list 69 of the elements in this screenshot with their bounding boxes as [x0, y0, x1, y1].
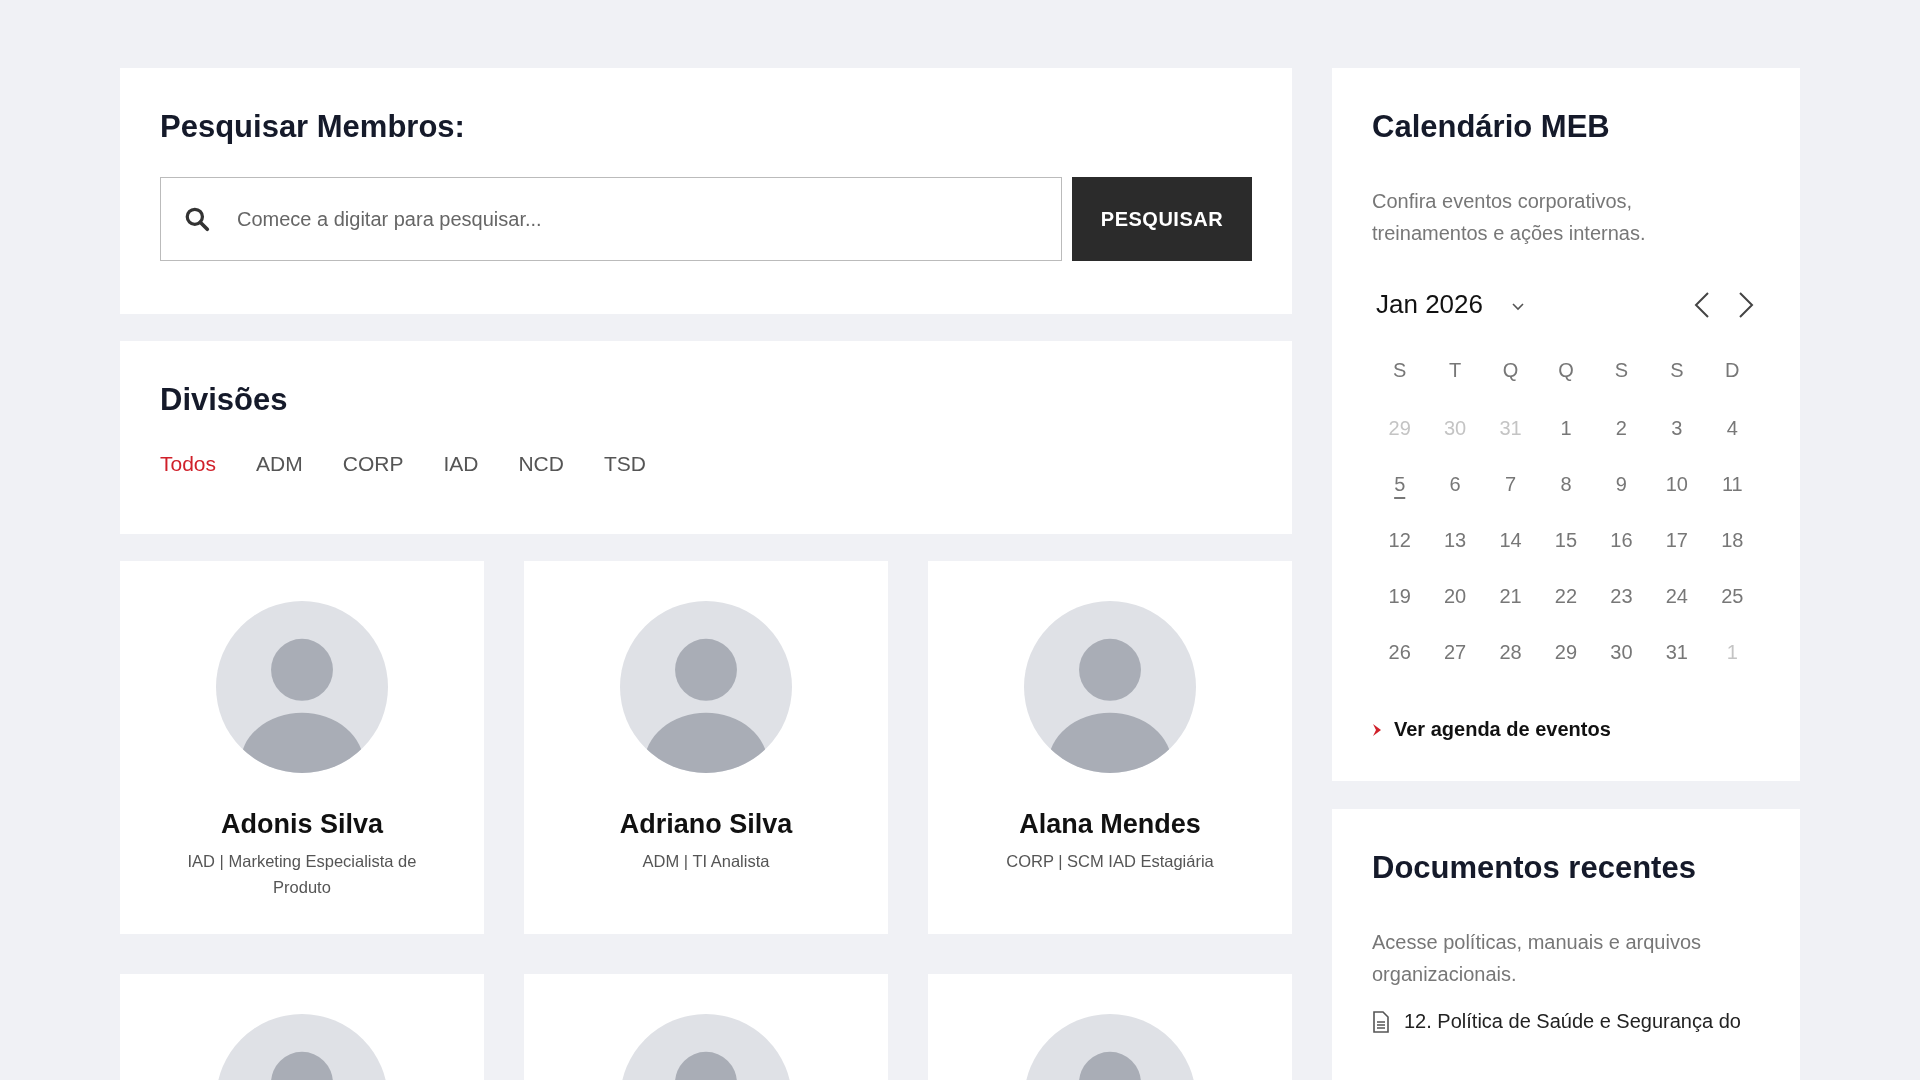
- calendar-day[interactable]: 24: [1665, 568, 1688, 625]
- calendar-day[interactable]: 2: [1615, 400, 1627, 457]
- division-tab[interactable]: Todos: [160, 452, 217, 477]
- previous-month-icon[interactable]: [1692, 289, 1712, 320]
- calendar-day[interactable]: 9: [1615, 456, 1627, 513]
- member-name: Alana Mendes: [1019, 809, 1201, 840]
- calendar-day[interactable]: 19: [1388, 568, 1411, 625]
- next-month-icon[interactable]: [1736, 289, 1756, 320]
- calendar-day[interactable]: 20: [1444, 568, 1467, 625]
- divisions-title: Divisões: [160, 381, 289, 419]
- member-role: IAD | Marketing Especialista de Produto: [186, 851, 418, 899]
- search-button[interactable]: PESQUISAR: [1072, 177, 1252, 262]
- division-tab[interactable]: CORP: [342, 452, 404, 477]
- weekday-label: Q: [1557, 358, 1575, 384]
- calendar-day[interactable]: 31: [1665, 624, 1688, 681]
- calendar-title: Calendário MEB: [1372, 108, 1611, 146]
- events-link[interactable]: Ver agenda de eventos: [1394, 718, 1611, 742]
- documents-title: Documentos recentes: [1372, 849, 1697, 887]
- calendar-day[interactable]: 10: [1665, 456, 1688, 513]
- member-card[interactable]: Adriano Silva ADM | TI Analista: [524, 561, 888, 934]
- calendar-day[interactable]: 27: [1444, 624, 1467, 681]
- calendar-day[interactable]: 14: [1499, 512, 1522, 569]
- document-icon: [1372, 1010, 1390, 1033]
- calendar-day[interactable]: 22: [1554, 568, 1578, 625]
- calendar-day[interactable]: 21: [1499, 568, 1522, 625]
- calendar-day[interactable]: 28: [1499, 624, 1522, 681]
- calendar-day[interactable]: 25: [1721, 568, 1744, 625]
- calendar-day[interactable]: 4: [1726, 400, 1738, 457]
- calendar-day[interactable]: 7: [1505, 456, 1517, 513]
- member-role: ADM | TI Analista: [642, 851, 770, 872]
- division-tab[interactable]: NCD: [518, 452, 564, 477]
- calendar-day[interactable]: 8: [1560, 456, 1572, 513]
- calendar-day[interactable]: 1: [1560, 400, 1572, 457]
- weekday-label: D: [1724, 358, 1741, 384]
- division-tab[interactable]: ADM: [256, 452, 303, 477]
- weekday-label: S: [1613, 358, 1630, 384]
- search-field[interactable]: Comece a digitar para pesquisar...: [160, 177, 1062, 262]
- member-name: Adriano Silva: [619, 809, 793, 840]
- month-dropdown[interactable]: Jan 2026: [1376, 289, 1525, 321]
- division-tab[interactable]: TSD: [603, 452, 646, 477]
- member-name: Adonis Silva: [220, 809, 383, 840]
- calendar-description: Confira eventos corporativos, treinamentos e ações internas.: [1372, 189, 1647, 247]
- calendar-day[interactable]: 3: [1671, 400, 1683, 457]
- search-title: Pesquisar Membros:: [160, 108, 466, 146]
- division-tab[interactable]: IAD: [443, 452, 479, 477]
- member-card[interactable]: Alana Mendes CORP | SCM IAD Estagiária: [928, 561, 1292, 934]
- calendar-day[interactable]: 6: [1449, 456, 1461, 513]
- chevron-down-icon: [1511, 301, 1525, 312]
- calendar-day[interactable]: 16: [1610, 512, 1633, 569]
- document-link[interactable]: 12. Política de Saúde e Segurança do: [1404, 1010, 1741, 1034]
- calendar-day[interactable]: 12: [1388, 512, 1411, 569]
- calendar-day[interactable]: 5: [1394, 456, 1406, 513]
- documents-description: Acesse políticas, manuais e arquivos organizacionais.: [1372, 930, 1703, 988]
- calendar-day[interactable]: 17: [1665, 512, 1688, 569]
- weekday-label: Q: [1501, 358, 1520, 384]
- member-role: CORP | SCM IAD Estagiária: [1006, 851, 1214, 872]
- calendar-day[interactable]: 23: [1610, 568, 1633, 625]
- calendar-day[interactable]: 26: [1388, 624, 1411, 681]
- calendar-day[interactable]: 15: [1554, 512, 1578, 569]
- calendar-day[interactable]: 18: [1721, 512, 1744, 569]
- calendar-day[interactable]: 30: [1610, 624, 1633, 681]
- calendar-day[interactable]: 11: [1721, 456, 1743, 513]
- member-card[interactable]: Adonis Silva IAD | Marketing Especialista de Produto: [120, 561, 484, 934]
- calendar-day[interactable]: 29: [1554, 624, 1578, 681]
- calendar-day[interactable]: 13: [1444, 512, 1467, 569]
- weekday-label: S: [1392, 358, 1408, 384]
- weekday-label: T: [1448, 358, 1463, 384]
- arrow-right-icon: [1372, 722, 1382, 737]
- weekday-label: S: [1669, 358, 1685, 384]
